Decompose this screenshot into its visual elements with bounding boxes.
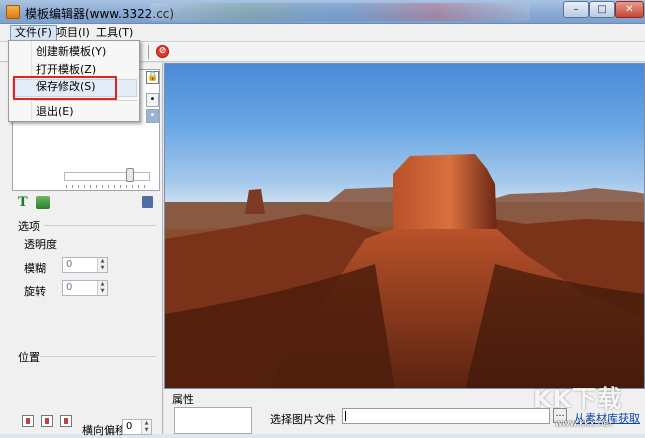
properties-title: 属性 bbox=[172, 393, 194, 406]
position-group-title: 位置 bbox=[18, 351, 40, 364]
maximize-button[interactable]: □ bbox=[589, 1, 615, 18]
properties-preview-box bbox=[174, 407, 252, 434]
app-icon bbox=[6, 5, 20, 19]
rotate-spinner[interactable]: 0 ▲ ▼ bbox=[62, 280, 108, 296]
image-add-icon[interactable] bbox=[36, 196, 50, 209]
options-group-title: 选项 bbox=[18, 220, 40, 233]
opacity-slider-ticks bbox=[66, 185, 150, 188]
menu-file[interactable]: 文件(F) bbox=[10, 25, 57, 41]
rotate-label: 旋转 bbox=[24, 285, 46, 298]
align-center-icon[interactable] bbox=[41, 415, 53, 427]
minimize-button[interactable]: – bbox=[563, 1, 589, 18]
menu-project[interactable]: 项目(I) bbox=[52, 25, 94, 41]
close-button[interactable]: ✕ bbox=[615, 1, 644, 18]
red-highlight-annotation bbox=[13, 76, 117, 100]
desert-landscape-image bbox=[165, 154, 644, 388]
title-bar: 模板编辑器(www.3322.cc) – □ ✕ bbox=[0, 0, 645, 24]
text-add-icon[interactable]: T bbox=[18, 195, 28, 210]
blur-spinner[interactable]: 0 ▲ ▼ bbox=[62, 257, 108, 273]
template-image-canvas[interactable] bbox=[164, 63, 645, 389]
menu-item-exit[interactable]: 退出(E) bbox=[36, 104, 74, 120]
opacity-slider-thumb[interactable] bbox=[126, 168, 134, 182]
watermark-url: www.kkx.net bbox=[555, 419, 613, 429]
opacity-slider-track[interactable] bbox=[64, 172, 150, 181]
horizontal-offset-spinner[interactable]: 0 ▲ ▼ bbox=[122, 419, 152, 435]
blur-value: 0 bbox=[66, 259, 73, 270]
layer-list-controls: 🔒 • • bbox=[146, 69, 160, 125]
align-right-icon[interactable] bbox=[60, 415, 72, 427]
lock-icon[interactable]: 🔒 bbox=[146, 71, 159, 84]
kk-watermark: KK下载 www.kkx.net bbox=[527, 379, 645, 434]
layer-actions: T bbox=[18, 195, 163, 211]
image-file-input[interactable] bbox=[342, 408, 550, 424]
blur-label: 模糊 bbox=[24, 262, 46, 275]
rotate-value: 0 bbox=[66, 282, 73, 293]
watermark-brand: KK下载 bbox=[533, 385, 623, 413]
opacity-label: 透明度 bbox=[24, 238, 57, 251]
trash-icon[interactable] bbox=[142, 196, 153, 208]
horizontal-offset-label: 横向偏移 bbox=[82, 424, 126, 437]
layer-dot-button[interactable]: • bbox=[146, 93, 159, 107]
select-image-label: 选择图片文件 bbox=[270, 413, 336, 426]
menu-tools[interactable]: 工具(T) bbox=[92, 25, 137, 41]
rotate-spin-arrows[interactable]: ▲ ▼ bbox=[97, 281, 107, 295]
horizontal-offset-value: 0 bbox=[126, 421, 133, 432]
menu-item-new-template[interactable]: 创建新模板(Y) bbox=[36, 44, 106, 60]
options-group-line bbox=[44, 225, 156, 226]
blurred-taskbar-strip bbox=[150, 3, 530, 21]
layer-dot-button-selected[interactable]: • bbox=[146, 109, 159, 123]
blur-spin-arrows[interactable]: ▲ ▼ bbox=[97, 258, 107, 272]
position-group-line bbox=[40, 356, 156, 357]
align-left-icon[interactable] bbox=[22, 415, 34, 427]
horizontal-offset-spin-arrows[interactable]: ▲ ▼ bbox=[141, 420, 151, 434]
toolbar-separator bbox=[148, 45, 149, 59]
menu-separator bbox=[34, 100, 137, 101]
stop-icon[interactable]: ⊘ bbox=[156, 45, 169, 58]
